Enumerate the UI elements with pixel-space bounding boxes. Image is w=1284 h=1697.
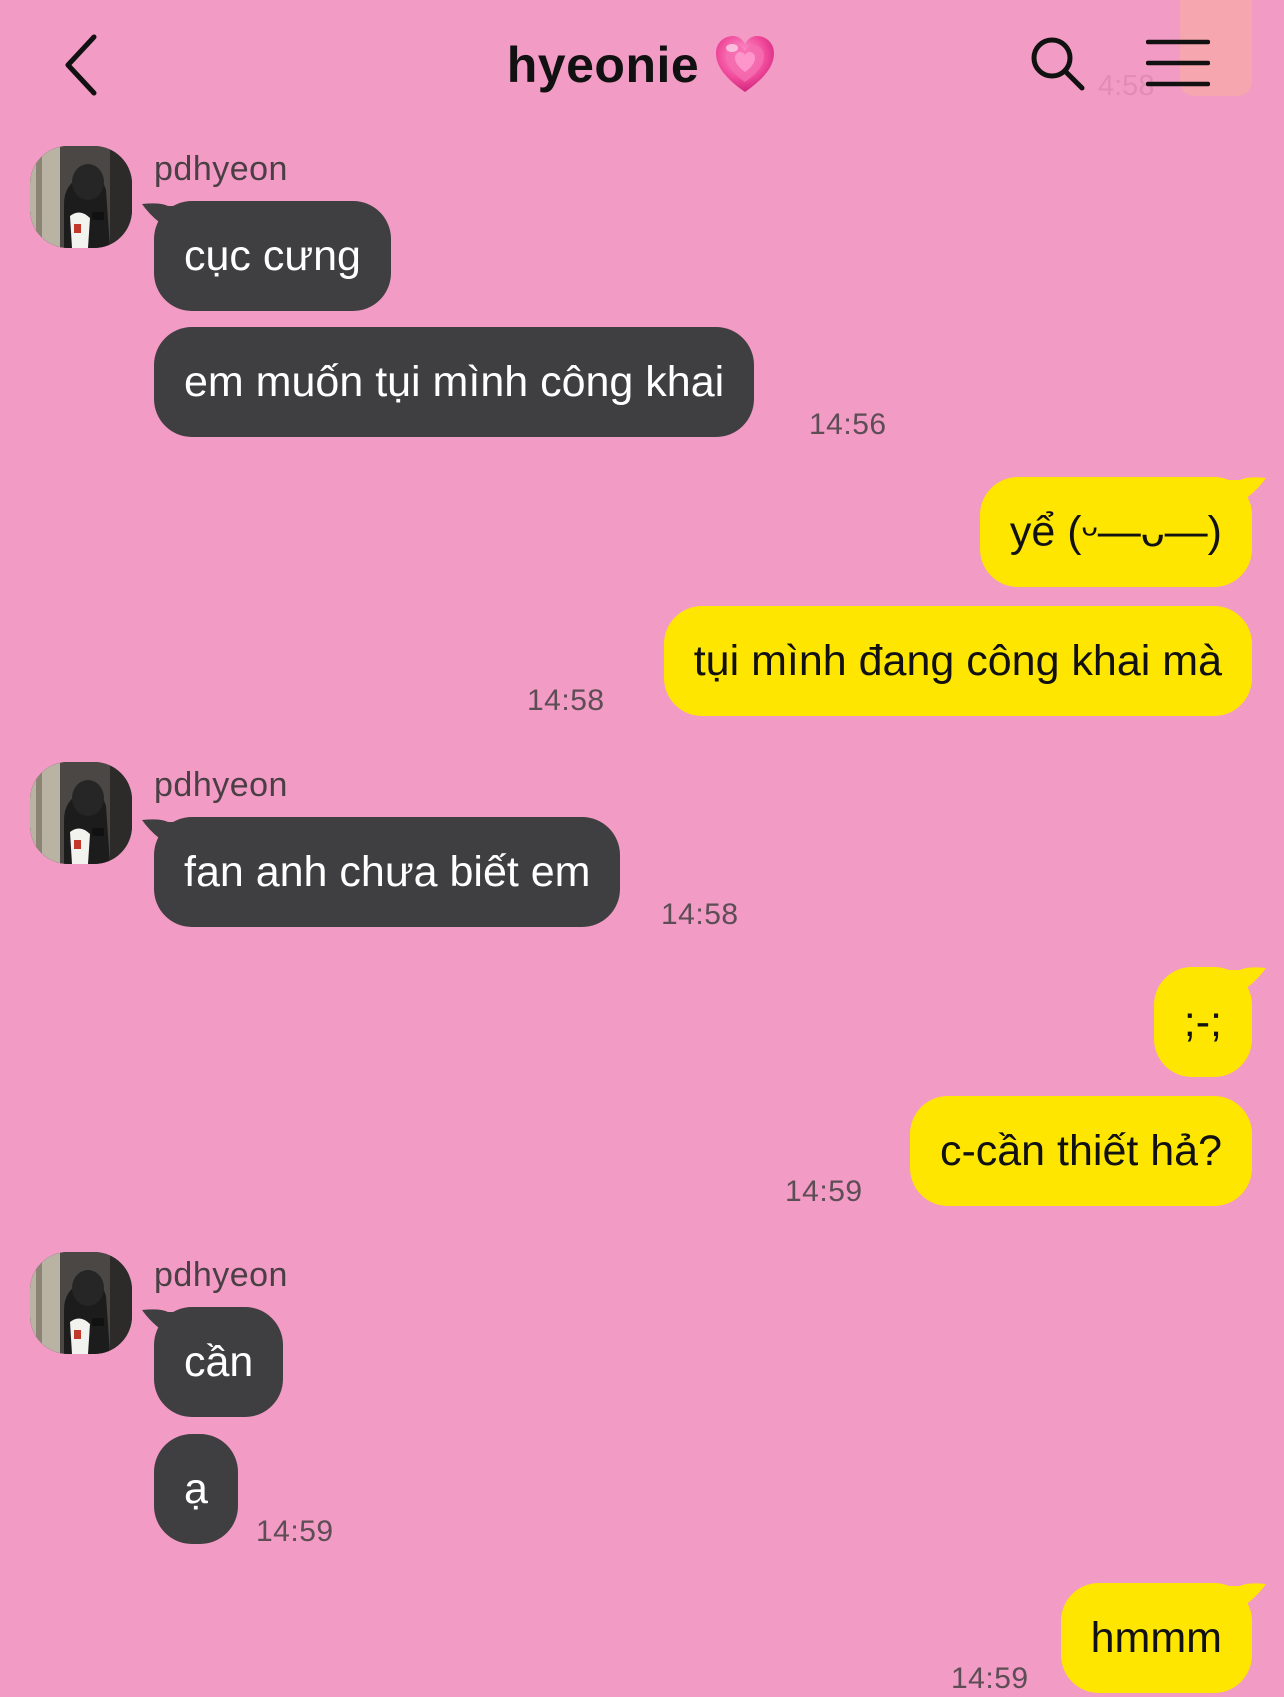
message-timestamp: 14:58 <box>661 898 739 931</box>
message-timestamp: 14:59 <box>951 1662 1029 1695</box>
sender-name: pdhyeon <box>154 1256 288 1294</box>
avatar[interactable] <box>30 1252 132 1354</box>
incoming-message[interactable]: em muốn tụi mình công khai <box>154 327 755 437</box>
profile-photo <box>30 146 132 248</box>
message-timestamp: 14:58 <box>527 684 605 717</box>
sender-name: pdhyeon <box>154 766 288 804</box>
message-timestamp: 14:59 <box>785 1175 863 1208</box>
outgoing-message[interactable]: ;-; <box>1153 967 1252 1077</box>
sender-name: pdhyeon <box>154 150 288 188</box>
avatar[interactable] <box>30 146 132 248</box>
incoming-message[interactable]: cần <box>154 1307 284 1417</box>
outgoing-message[interactable]: tụi mình đang công khai mà <box>663 606 1252 716</box>
incoming-message[interactable]: ạ <box>154 1434 238 1544</box>
message-timestamp: 14:56 <box>809 408 887 441</box>
outgoing-message[interactable]: hmmm <box>1060 1583 1252 1693</box>
message-list[interactable]: pdhyeon cục cưng em muốn tụi mình công k… <box>0 0 1284 1697</box>
profile-photo <box>30 762 132 864</box>
incoming-message[interactable]: cục cưng <box>154 201 391 311</box>
avatar[interactable] <box>30 762 132 864</box>
message-timestamp: 14:59 <box>256 1515 334 1548</box>
incoming-message[interactable]: fan anh chưa biết em <box>154 817 621 927</box>
profile-photo <box>30 1252 132 1354</box>
outgoing-message[interactable]: c-cần thiết hả? <box>909 1096 1252 1206</box>
outgoing-message[interactable]: yể (ᵕ—ᴗ—) <box>979 477 1252 587</box>
